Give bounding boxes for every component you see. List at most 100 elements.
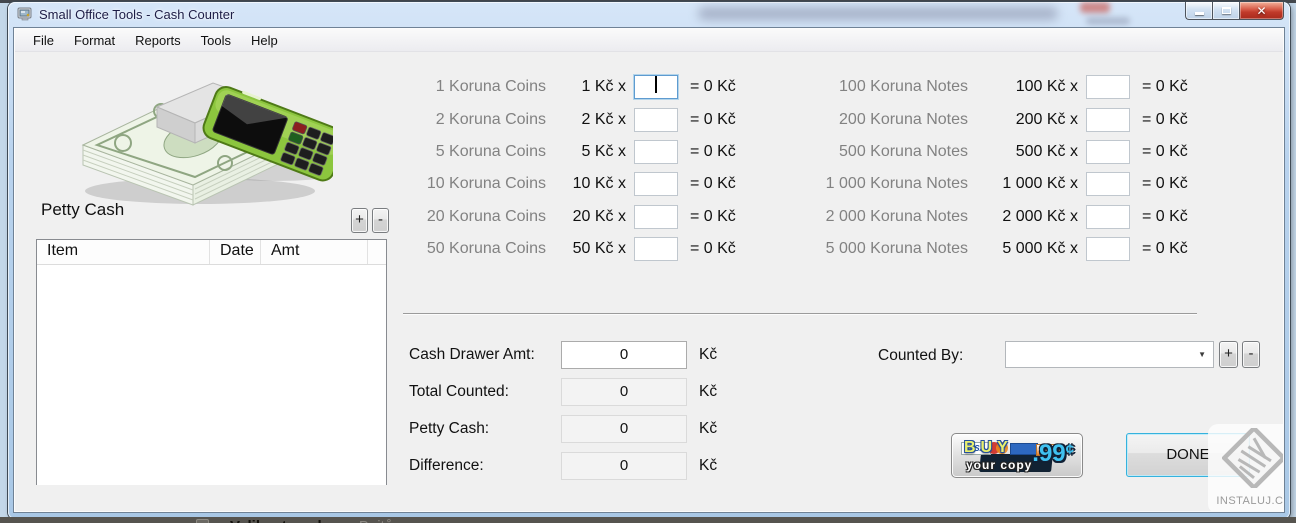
text-caret <box>655 76 657 93</box>
note-row: 5 000 Koruna Notes 5 000 Kč x = 0 Kč <box>771 233 1188 265</box>
petty-cash-table-body[interactable] <box>37 265 386 485</box>
coin-qty-input[interactable] <box>634 139 678 164</box>
menu-file[interactable]: File <box>23 30 64 51</box>
minimize-icon <box>1194 12 1204 15</box>
instaluj-logo-icon <box>1220 425 1283 491</box>
app-window: Small Office Tools - Cash Counter ✕ File… <box>8 2 1290 519</box>
total-counted-label: Total Counted: <box>409 383 509 400</box>
coin-unit: 10 Kč x <box>572 175 626 193</box>
menu-reports[interactable]: Reports <box>125 30 191 51</box>
note-qty-input[interactable] <box>1086 139 1130 164</box>
maximize-icon <box>1221 7 1231 14</box>
menu-help[interactable]: Help <box>241 30 288 51</box>
coin-label: 2 Koruna Coins <box>435 110 546 128</box>
close-button[interactable]: ✕ <box>1239 2 1284 20</box>
currency-label: Kč <box>699 420 718 437</box>
note-result: = 0 Kč <box>1142 207 1188 225</box>
note-row: 200 Koruna Notes 200 Kč x = 0 Kč <box>771 103 1188 135</box>
currency-label: Kč <box>699 383 718 400</box>
section-divider <box>403 313 1197 314</box>
note-unit: 5 000 Kč x <box>1002 240 1078 258</box>
note-label: 1 000 Koruna Notes <box>825 175 968 193</box>
coin-unit: 1 Kč x <box>581 78 626 96</box>
note-row: 500 Koruna Notes 500 Kč x = 0 Kč <box>771 136 1188 168</box>
menu-tools[interactable]: Tools <box>191 30 241 51</box>
column-header-date[interactable]: Date <box>209 240 260 264</box>
instaluj-watermark: INSTALUJ.CZ <box>1208 424 1283 511</box>
note-unit: 500 Kč x <box>1015 142 1078 160</box>
counted-by-label: Counted By: <box>878 347 964 364</box>
coin-qty-input[interactable] <box>634 172 678 197</box>
background-blur-smudge-red <box>1080 2 1110 13</box>
note-result: = 0 Kč <box>1142 78 1188 96</box>
coin-label: 1 Koruna Coins <box>435 78 546 96</box>
coin-label: 20 Koruna Coins <box>426 207 546 225</box>
buy-price-text: .99¢ <box>1032 440 1074 467</box>
content-area: Petty Cash + - Item Date Amt 1 Koruna Co… <box>15 53 1283 511</box>
petty-cash-total-row: Petty Cash: 0 Kč <box>409 414 717 444</box>
note-qty-input[interactable] <box>1086 107 1130 132</box>
counted-by-dropdown[interactable]: ▼ <box>1005 341 1214 368</box>
coin-unit: 5 Kč x <box>581 142 626 160</box>
background-blur-smudge <box>698 7 1058 20</box>
coin-unit: 20 Kč x <box>572 207 626 225</box>
coin-row: 2 Koruna Coins 2 Kč x = 0 Kč <box>386 103 736 135</box>
cash-drawer-label: Cash Drawer Amt: <box>409 346 535 363</box>
coin-qty-input[interactable] <box>634 204 678 229</box>
coin-result: = 0 Kč <box>690 207 736 225</box>
note-result: = 0 Kč <box>1142 142 1188 160</box>
maximize-button[interactable] <box>1212 2 1239 20</box>
coin-row: 1 Koruna Coins 1 Kč x = 0 Kč <box>386 71 736 103</box>
minimize-button[interactable] <box>1185 2 1212 20</box>
cash-and-phone-image <box>65 63 347 220</box>
counted-by-remove-button[interactable]: - <box>1242 341 1260 368</box>
background-text: Velikost souboruBajtů <box>230 518 393 523</box>
difference-row: Difference: 0 Kč <box>409 451 717 481</box>
menu-format[interactable]: Format <box>64 30 125 51</box>
totals-section: Cash Drawer Amt: 0 Kč Total Counted: 0 K… <box>409 340 717 488</box>
note-unit: 100 Kč x <box>1015 78 1078 96</box>
note-qty-input[interactable] <box>1086 237 1130 262</box>
petty-cash-label: Petty Cash <box>41 200 125 219</box>
coin-label: 10 Koruna Coins <box>426 175 546 193</box>
coin-result: = 0 Kč <box>690 240 736 258</box>
window-title: Small Office Tools - Cash Counter <box>39 6 235 22</box>
counted-by-add-button[interactable]: + <box>1219 341 1238 368</box>
app-icon <box>17 6 33 22</box>
note-qty-input[interactable] <box>1086 75 1130 100</box>
coin-qty-input[interactable] <box>634 107 678 132</box>
note-label: 2 000 Koruna Notes <box>825 207 968 225</box>
column-header-item[interactable]: Item <box>37 240 209 264</box>
coin-result: = 0 Kč <box>690 110 736 128</box>
note-unit: 1 000 Kč x <box>1002 175 1078 193</box>
coin-qty-input[interactable] <box>634 237 678 262</box>
petty-cash-add-button[interactable]: + <box>351 208 368 233</box>
petty-cash-total-label: Petty Cash: <box>409 420 490 437</box>
note-unit: 2 000 Kč x <box>1002 207 1078 225</box>
chevron-down-icon: ▼ <box>1198 350 1206 359</box>
note-label: 200 Koruna Notes <box>839 110 968 128</box>
note-qty-input[interactable] <box>1086 172 1130 197</box>
background-checkbox <box>196 519 209 523</box>
coins-section: 1 Koruna Coins 1 Kč x = 0 Kč 2 Koruna Co… <box>386 71 736 265</box>
note-row: 1 000 Koruna Notes 1 000 Kč x = 0 Kč <box>771 168 1188 200</box>
coin-row: 5 Koruna Coins 5 Kč x = 0 Kč <box>386 136 736 168</box>
client-area: File Format Reports Tools Help Petty Cas… <box>14 28 1284 512</box>
coin-row: 10 Koruna Coins 10 Kč x = 0 Kč <box>386 168 736 200</box>
cash-drawer-input[interactable]: 0 <box>561 341 687 369</box>
note-label: 100 Koruna Notes <box>839 78 968 96</box>
buy-button[interactable]: VISA BUY your copy .99¢ <box>951 433 1083 478</box>
cash-drawer-row: Cash Drawer Amt: 0 Kč <box>409 340 717 370</box>
petty-cash-total-value: 0 <box>561 415 687 443</box>
total-counted-row: Total Counted: 0 Kč <box>409 377 717 407</box>
petty-cash-table[interactable]: Item Date Amt <box>36 239 387 485</box>
coin-result: = 0 Kč <box>690 78 736 96</box>
currency-label: Kč <box>699 457 718 474</box>
difference-label: Difference: <box>409 457 484 474</box>
column-header-amt[interactable]: Amt <box>260 240 367 264</box>
note-result: = 0 Kč <box>1142 175 1188 193</box>
coin-result: = 0 Kč <box>690 175 736 193</box>
titlebar[interactable]: Small Office Tools - Cash Counter ✕ <box>8 2 1290 28</box>
note-qty-input[interactable] <box>1086 204 1130 229</box>
note-row: 2 000 Koruna Notes 2 000 Kč x = 0 Kč <box>771 201 1188 233</box>
